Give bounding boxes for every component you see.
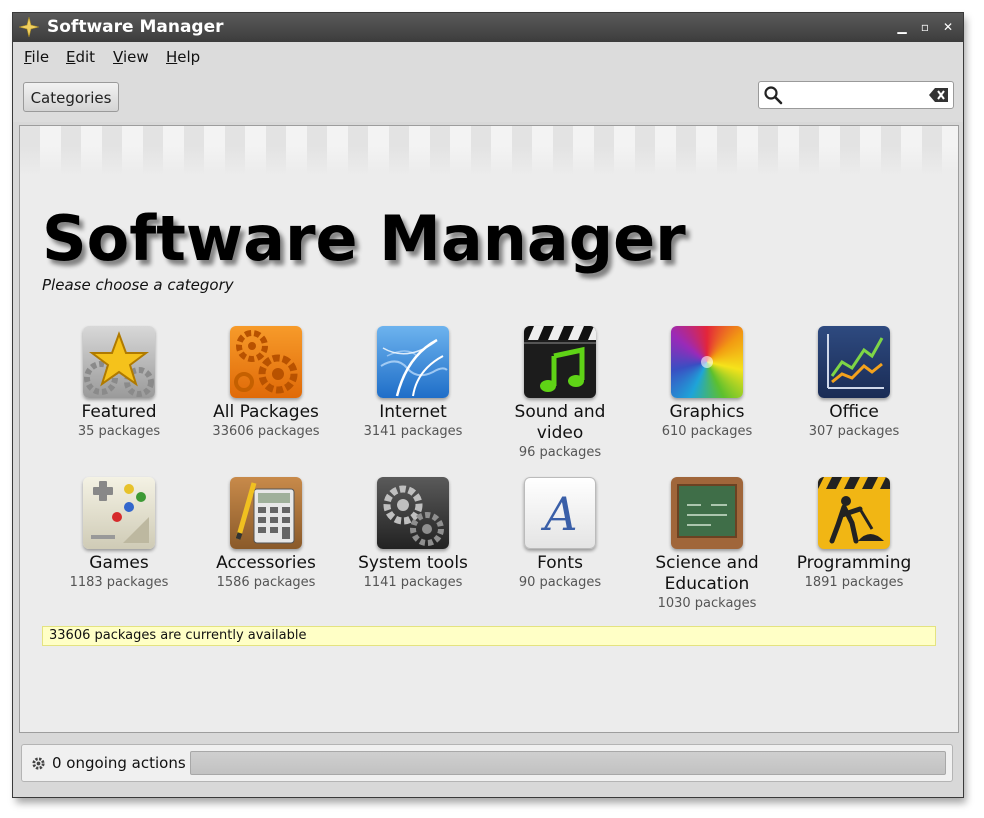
category-label: System tools bbox=[358, 553, 468, 573]
clapper-music-icon bbox=[524, 326, 596, 398]
available-packages-notice: 33606 packages are currently available bbox=[42, 626, 936, 646]
chalkboard-icon bbox=[671, 477, 743, 549]
calculator-icon bbox=[230, 477, 302, 549]
close-button[interactable]: ✕ bbox=[940, 19, 956, 35]
clear-search-icon[interactable] bbox=[929, 87, 949, 103]
font-letter-icon: A bbox=[524, 477, 596, 549]
category-label: Featured bbox=[81, 402, 157, 422]
category-label: Sound and video bbox=[514, 402, 606, 443]
category-label: Fonts bbox=[537, 553, 583, 573]
category-label: Internet bbox=[379, 402, 447, 422]
category-science-and-education[interactable]: Science and Education 1030 packages bbox=[637, 477, 777, 613]
category-label: Office bbox=[829, 402, 879, 422]
title-bar[interactable]: Software Manager ▁ ▫ ✕ bbox=[13, 13, 963, 42]
category-featured[interactable]: Featured 35 packages bbox=[49, 326, 189, 441]
toolbar: Categories bbox=[13, 70, 963, 122]
ongoing-actions-label: 0 ongoing actions bbox=[52, 754, 186, 772]
color-wheel-icon bbox=[671, 326, 743, 398]
category-count: 35 packages bbox=[77, 424, 161, 439]
star-gears-icon bbox=[83, 326, 155, 398]
search-box[interactable] bbox=[758, 81, 954, 109]
category-count: 1586 packages bbox=[216, 575, 316, 590]
category-count: 1891 packages bbox=[804, 575, 904, 590]
category-label: All Packages bbox=[213, 402, 319, 422]
status-bar: 0 ongoing actions bbox=[21, 744, 953, 782]
category-programming[interactable]: Programming 1891 packages bbox=[784, 477, 924, 592]
globe-network-icon bbox=[377, 326, 449, 398]
category-label: Science and Education bbox=[655, 553, 759, 594]
category-count: 96 packages bbox=[518, 445, 602, 460]
category-count: 610 packages bbox=[661, 424, 753, 439]
category-internet[interactable]: Internet 3141 packages bbox=[343, 326, 483, 441]
window-title: Software Manager bbox=[47, 17, 224, 37]
page-title: Software Manager bbox=[42, 202, 686, 275]
search-input[interactable] bbox=[787, 85, 931, 107]
category-count: 33606 packages bbox=[212, 424, 320, 439]
categories-button[interactable]: Categories bbox=[23, 82, 119, 112]
category-view: Software Manager Please choose a categor… bbox=[19, 125, 959, 733]
category-count: 1030 packages bbox=[657, 596, 757, 611]
category-sound-and-video[interactable]: Sound and video 96 packages bbox=[490, 326, 630, 462]
menu-edit[interactable]: Edit bbox=[66, 48, 95, 66]
category-accessories[interactable]: Accessories 1586 packages bbox=[196, 477, 336, 592]
category-count: 90 packages bbox=[518, 575, 602, 590]
category-count: 1183 packages bbox=[69, 575, 169, 590]
search-icon bbox=[764, 86, 783, 105]
menu-bar: File Edit View Help bbox=[13, 42, 963, 70]
category-all-packages[interactable]: All Packages 33606 packages bbox=[196, 326, 336, 441]
category-label: Programming bbox=[796, 553, 912, 573]
maximize-button[interactable]: ▫ bbox=[917, 19, 933, 35]
minimize-button[interactable]: ▁ bbox=[894, 19, 910, 35]
gamepad-icon bbox=[83, 477, 155, 549]
category-label: Graphics bbox=[669, 402, 745, 422]
category-fonts[interactable]: A Fonts 90 packages bbox=[490, 477, 630, 592]
category-count: 1141 packages bbox=[363, 575, 463, 590]
category-graphics[interactable]: Graphics 610 packages bbox=[637, 326, 777, 441]
gear-icon bbox=[32, 757, 45, 770]
category-label: Games bbox=[89, 553, 149, 573]
software-manager-window: Software Manager ▁ ▫ ✕ File Edit View He… bbox=[12, 12, 964, 798]
category-office[interactable]: Office 307 packages bbox=[784, 326, 924, 441]
app-star-icon bbox=[19, 17, 39, 37]
orange-gears-icon bbox=[230, 326, 302, 398]
line-chart-icon bbox=[818, 326, 890, 398]
svg-text:A: A bbox=[540, 487, 577, 541]
header-stripes bbox=[20, 126, 958, 176]
menu-view[interactable]: View bbox=[113, 48, 149, 66]
category-games[interactable]: Games 1183 packages bbox=[49, 477, 189, 592]
actions-progress-bar bbox=[190, 751, 946, 775]
menu-file[interactable]: File bbox=[24, 48, 49, 66]
category-label: Accessories bbox=[216, 553, 316, 573]
category-count: 3141 packages bbox=[363, 424, 463, 439]
category-system-tools[interactable]: System tools 1141 packages bbox=[343, 477, 483, 592]
page-subtitle: Please choose a category bbox=[42, 276, 234, 294]
menu-help[interactable]: Help bbox=[166, 48, 200, 66]
system-gears-icon bbox=[377, 477, 449, 549]
category-count: 307 packages bbox=[808, 424, 900, 439]
construction-sign-icon bbox=[818, 477, 890, 549]
